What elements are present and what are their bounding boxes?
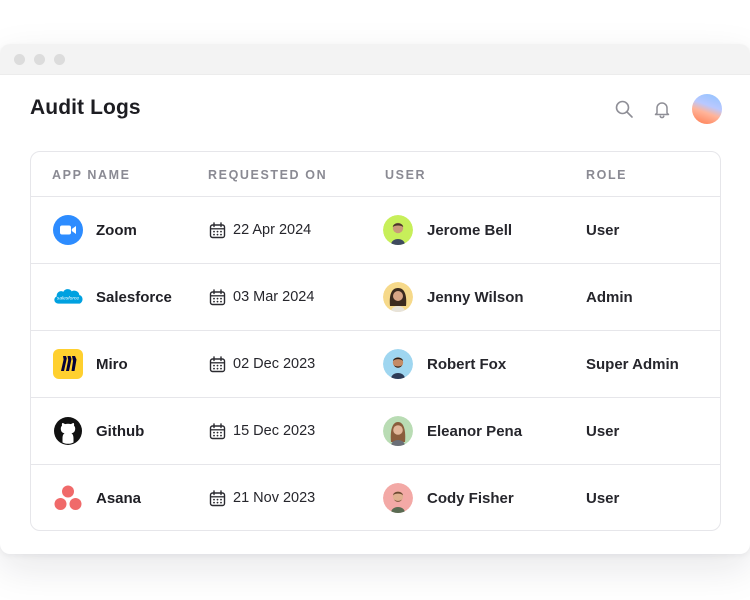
- app-cell: Github: [52, 398, 144, 464]
- requested-date: 22 Apr 2024: [233, 222, 312, 238]
- app-window: Audit Logs APP NAME REQUESTED ON USER RO…: [0, 44, 750, 554]
- salesforce-icon: salesforce: [54, 289, 83, 304]
- app-name: Github: [96, 422, 145, 440]
- table-row[interactable]: Github 15 Dec 2023 Eleanor Pena User: [31, 398, 720, 465]
- table-row[interactable]: salesforce Salesforce 03 Mar 2024 Jenny: [31, 264, 720, 331]
- person-avatar-icon: [383, 483, 413, 513]
- date-cell: 03 Mar 2024: [208, 264, 314, 330]
- user-cell: Cody Fisher: [383, 465, 514, 531]
- user-role: User: [586, 221, 620, 239]
- app-name: Miro: [96, 355, 128, 373]
- window-control-close[interactable]: [14, 54, 25, 65]
- notifications-button[interactable]: [650, 97, 674, 121]
- header-actions: [612, 94, 722, 124]
- user-avatar: [383, 483, 413, 513]
- table-row[interactable]: Zoom 22 Apr 2024 Jerome Bell User: [31, 197, 720, 264]
- app-logo: [52, 348, 84, 380]
- page-title: Audit Logs: [30, 96, 141, 119]
- user-avatar: [383, 282, 413, 312]
- table-header: APP NAME REQUESTED ON USER ROLE: [31, 152, 720, 197]
- asana-icon: [54, 485, 82, 510]
- person-avatar-icon: [383, 282, 413, 312]
- user-cell: Eleanor Pena: [383, 398, 522, 464]
- user-name: Eleanor Pena: [427, 422, 523, 440]
- app-cell: Miro: [52, 331, 128, 397]
- app-name: Zoom: [96, 221, 137, 239]
- user-avatar: [383, 215, 413, 245]
- column-header-role[interactable]: ROLE: [586, 168, 627, 182]
- app-name: Asana: [96, 489, 142, 507]
- role-cell: Super Admin: [586, 331, 679, 397]
- person-avatar-icon: [383, 416, 413, 446]
- app-logo: [52, 482, 84, 514]
- window-titlebar: [0, 44, 750, 75]
- app-cell: salesforce Salesforce: [52, 264, 172, 330]
- app-logo: salesforce: [52, 281, 84, 313]
- role-cell: User: [586, 197, 619, 263]
- role-cell: User: [586, 465, 619, 531]
- app-logo: [52, 214, 84, 246]
- github-icon: [54, 417, 82, 445]
- person-avatar-icon: [383, 349, 413, 379]
- profile-avatar[interactable]: [692, 94, 722, 124]
- bell-icon: [654, 102, 670, 119]
- search-icon: [615, 100, 633, 118]
- requested-date: 21 Nov 2023: [233, 490, 316, 506]
- stage: Audit Logs APP NAME REQUESTED ON USER RO…: [0, 0, 750, 600]
- role-cell: Admin: [586, 264, 633, 330]
- role-cell: User: [586, 398, 619, 464]
- calendar-icon: [208, 288, 226, 306]
- requested-date: 03 Mar 2024: [233, 289, 315, 305]
- column-header-app-name[interactable]: APP NAME: [52, 168, 131, 182]
- window-control-maximize[interactable]: [54, 54, 65, 65]
- search-button[interactable]: [612, 97, 636, 121]
- user-name: Cody Fisher: [427, 489, 514, 507]
- user-role: User: [586, 422, 620, 440]
- app-name: Salesforce: [96, 288, 172, 306]
- user-role: Super Admin: [586, 355, 679, 373]
- calendar-icon: [208, 489, 226, 507]
- user-cell: Jerome Bell: [383, 197, 512, 263]
- table-row[interactable]: Miro 02 Dec 2023 Robert Fox Super Admin: [31, 331, 720, 398]
- table-row[interactable]: Asana 21 Nov 2023 Cody Fisher User: [31, 465, 720, 531]
- user-avatar: [383, 416, 413, 446]
- date-cell: 15 Dec 2023: [208, 398, 315, 464]
- column-header-requested-on[interactable]: REQUESTED ON: [208, 168, 327, 182]
- user-cell: Robert Fox: [383, 331, 506, 397]
- app-cell: Asana: [52, 465, 141, 531]
- window-control-minimize[interactable]: [34, 54, 45, 65]
- person-avatar-icon: [383, 215, 413, 245]
- date-cell: 21 Nov 2023: [208, 465, 315, 531]
- user-avatar: [383, 349, 413, 379]
- zoom-icon: [53, 215, 83, 245]
- user-name: Robert Fox: [427, 355, 507, 373]
- user-role: Admin: [586, 288, 633, 306]
- user-role: User: [586, 489, 620, 507]
- calendar-icon: [208, 355, 226, 373]
- user-cell: Jenny Wilson: [383, 264, 524, 330]
- requested-date: 15 Dec 2023: [233, 423, 316, 439]
- app-logo: [52, 415, 84, 447]
- user-name: Jenny Wilson: [427, 288, 524, 306]
- app-cell: Zoom: [52, 197, 137, 263]
- date-cell: 22 Apr 2024: [208, 197, 311, 263]
- column-header-user[interactable]: USER: [385, 168, 426, 182]
- svg-text:salesforce: salesforce: [57, 295, 80, 301]
- user-name: Jerome Bell: [427, 221, 513, 239]
- audit-logs-table: APP NAME REQUESTED ON USER ROLE Zoom 22 …: [30, 151, 721, 531]
- requested-date: 02 Dec 2023: [233, 356, 316, 372]
- date-cell: 02 Dec 2023: [208, 331, 315, 397]
- calendar-icon: [208, 221, 226, 239]
- calendar-icon: [208, 422, 226, 440]
- miro-icon: [53, 349, 83, 379]
